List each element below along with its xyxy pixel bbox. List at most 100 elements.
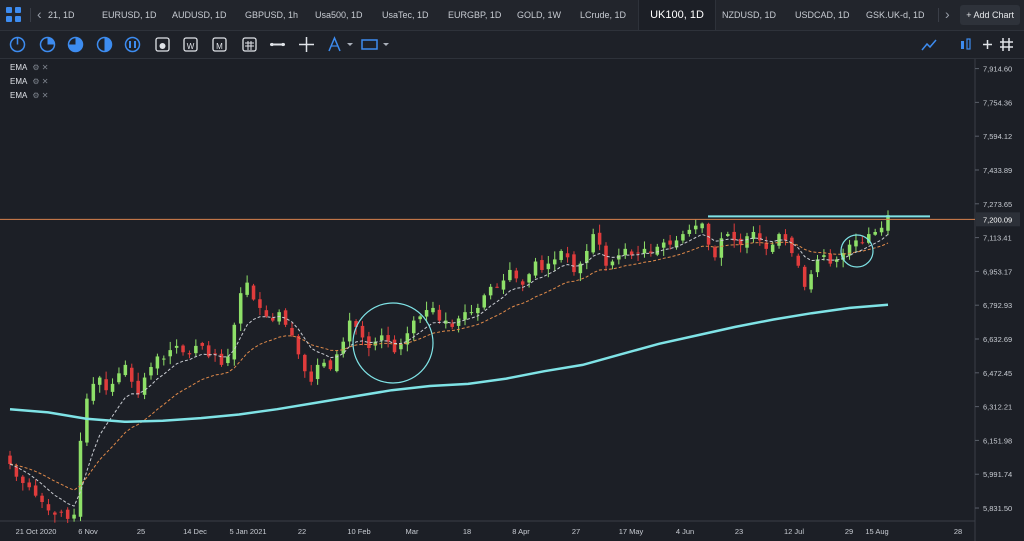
chart-area[interactable]: 7,914.60 7,754.36 7,594.12 7,433.89 7,273.65… xyxy=(0,59,1024,541)
candle-body xyxy=(476,307,480,314)
candle-body xyxy=(802,266,807,287)
candle-body xyxy=(78,440,83,517)
candle-body xyxy=(719,238,724,258)
candle-body xyxy=(495,286,499,288)
bar-settings-icon[interactable] xyxy=(957,35,976,54)
candle-body xyxy=(661,242,666,248)
x-tick-label: 27 xyxy=(572,527,580,536)
pie-quarter-icon[interactable] xyxy=(8,35,27,54)
tab-item[interactable]: GOLD, 1W xyxy=(517,0,561,30)
calendar-w-icon[interactable]: W xyxy=(181,35,200,54)
tab-item[interactable]: NZDUSD, 1D xyxy=(722,0,776,30)
caret-down-icon[interactable] xyxy=(382,35,390,54)
layout-grid-icon[interactable] xyxy=(6,7,22,23)
tab-item[interactable]: GBPUSD, 1h xyxy=(245,0,298,30)
candle-body xyxy=(790,237,794,254)
settings-close-icon[interactable]: ⚙ ✕ xyxy=(32,91,48,100)
plus-icon[interactable] xyxy=(978,35,997,54)
drawing-toolbar: WM xyxy=(0,31,1024,59)
candle-body xyxy=(270,317,275,321)
candle-body xyxy=(226,356,230,364)
ema-label: EMA xyxy=(10,91,28,100)
tab-item[interactable]: EURUSD, 1D xyxy=(102,0,157,30)
line-indicator-icon[interactable] xyxy=(920,35,939,54)
candle-body xyxy=(238,293,243,324)
rectangle-icon[interactable] xyxy=(360,35,379,54)
settings-close-icon[interactable]: ⚙ ✕ xyxy=(32,77,48,86)
candle-body xyxy=(508,269,512,281)
tab-item[interactable]: GSK.UK-d, 1D xyxy=(866,0,925,30)
candle-body xyxy=(546,263,551,270)
pie-three-quarter-icon[interactable] xyxy=(66,35,85,54)
candle-body xyxy=(642,248,647,254)
svg-text:W: W xyxy=(187,42,195,51)
candle-body xyxy=(431,307,435,313)
x-tick-label: 21 Oct 2020 xyxy=(16,527,57,536)
indicator-ema-2[interactable]: EMA ⚙ ✕ xyxy=(10,77,48,86)
indicator-ema-1[interactable]: EMA ⚙ ✕ xyxy=(10,63,48,72)
target-icon[interactable] xyxy=(153,35,172,54)
candle-body xyxy=(360,325,365,338)
candle-body xyxy=(745,236,749,248)
x-tick-label: 14 Dec xyxy=(183,527,207,536)
candle-body xyxy=(21,476,25,484)
candle-body xyxy=(347,320,352,342)
settings-close-icon[interactable]: ⚙ ✕ xyxy=(32,63,48,72)
tab-item[interactable]: 21, 1D xyxy=(48,0,75,30)
y-tick-label: 6,632.69 xyxy=(983,335,1012,344)
candle-body xyxy=(405,333,410,345)
candle-body xyxy=(501,280,506,290)
candle-body xyxy=(130,367,134,382)
calendar-grid-icon[interactable] xyxy=(240,35,259,54)
caret-down-icon[interactable] xyxy=(346,35,354,54)
tab-uk100-active[interactable]: UK100, 1D xyxy=(638,0,716,30)
candle-body xyxy=(303,354,307,372)
price-chart[interactable]: 7,914.60 7,754.36 7,594.12 7,433.89 7,273.65… xyxy=(0,59,1024,541)
add-chart-label: Add Chart xyxy=(973,10,1014,20)
candle-body xyxy=(46,504,51,511)
triangle-a-icon[interactable] xyxy=(325,35,344,54)
circle-bars-icon[interactable] xyxy=(123,35,142,54)
candle-body xyxy=(636,252,640,254)
tab-item[interactable]: USDCAD, 1D xyxy=(795,0,850,30)
candle-body xyxy=(770,244,775,252)
candle-body xyxy=(8,455,12,465)
candle-body xyxy=(565,253,570,258)
tab-item[interactable]: UsaTec, 1D xyxy=(382,0,429,30)
y-tick-label: 7,113.41 xyxy=(983,234,1012,243)
tab-item[interactable]: EURGBP, 1D xyxy=(448,0,501,30)
calendar-m-icon[interactable]: M xyxy=(210,35,229,54)
crosshair-icon[interactable] xyxy=(297,35,316,54)
x-tick-label: 4 Jun xyxy=(676,527,694,536)
add-chart-button[interactable]: + Add Chart xyxy=(960,5,1020,25)
y-tick-label: 7,914.60 xyxy=(983,65,1012,74)
candle-body xyxy=(610,261,615,266)
candle-body xyxy=(123,364,128,376)
candle-body xyxy=(822,255,826,257)
candle-body xyxy=(559,250,563,260)
scroll-right-icon[interactable]: › xyxy=(945,6,950,22)
candle-body xyxy=(450,323,454,327)
candle-body xyxy=(264,310,269,317)
half-circle-icon[interactable] xyxy=(95,35,114,54)
candle-body xyxy=(104,379,108,391)
candle-body xyxy=(309,371,313,382)
candle-body xyxy=(520,281,525,285)
candle-body xyxy=(232,324,237,360)
candle-body xyxy=(117,373,121,383)
pie-half-icon[interactable] xyxy=(38,35,57,54)
hash-grid-icon[interactable] xyxy=(997,35,1016,54)
candle-body xyxy=(315,364,320,380)
x-tick-label: 23 xyxy=(735,527,743,536)
scroll-left-icon[interactable]: ‹ xyxy=(37,6,42,22)
indicator-ema-3[interactable]: EMA ⚙ ✕ xyxy=(10,91,48,100)
candle-body xyxy=(597,232,602,245)
candle-body xyxy=(700,223,704,229)
candle-body xyxy=(552,259,557,265)
tab-item[interactable]: LCrude, 1D xyxy=(580,0,626,30)
horizontal-line-icon[interactable] xyxy=(268,35,287,54)
candle-body xyxy=(591,234,595,253)
tab-item[interactable]: Usa500, 1D xyxy=(315,0,363,30)
tab-item[interactable]: AUDUSD, 1D xyxy=(172,0,227,30)
x-tick-label: 18 xyxy=(463,527,471,536)
